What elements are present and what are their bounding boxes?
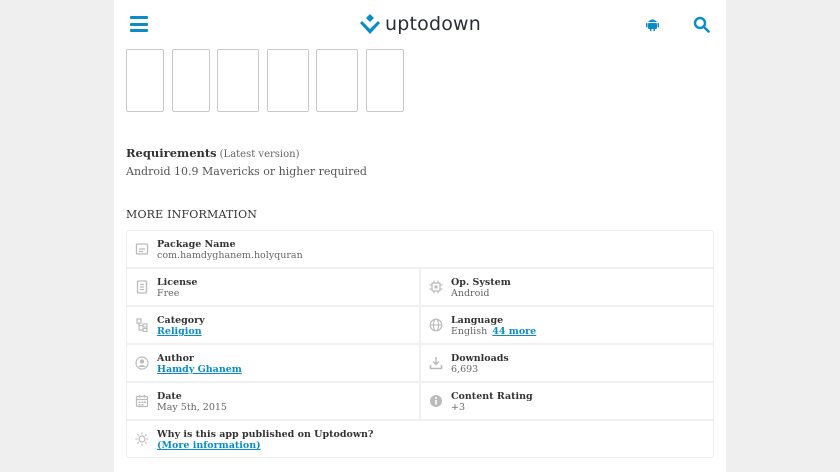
category-label: Category — [157, 315, 205, 326]
language-cell: Language English 44 more — [419, 307, 713, 343]
header: uptodown — [114, 0, 726, 48]
author-link[interactable]: Hamdy Ghanem — [157, 364, 242, 375]
screenshot-thumbnail[interactable] — [267, 49, 309, 112]
logo-text: uptodown — [385, 13, 482, 35]
os-label: Op. System — [451, 277, 511, 288]
date-value: May 5th, 2015 — [157, 402, 227, 413]
info-row: Date May 5th, 2015 Content Rating +3 — [127, 383, 713, 421]
chip-icon — [429, 280, 443, 294]
package-label: Package Name — [157, 239, 236, 250]
rating-value: +3 — [451, 402, 466, 413]
info-row: Package Name com.hamdyghanem.holyquran — [127, 231, 713, 269]
page: uptodown Requirements (Latest version) An… — [114, 0, 726, 472]
license-cell: License Free — [127, 269, 419, 305]
info-table: Package Name com.hamdyghanem.holyquran L… — [126, 230, 714, 458]
screenshot-thumbnail[interactable] — [217, 49, 259, 112]
os-value: Android — [451, 288, 490, 299]
os-cell: Op. System Android — [419, 269, 713, 305]
android-icon[interactable] — [646, 17, 659, 31]
info-row: License Free Op. System Android — [127, 269, 713, 307]
language-label: Language — [451, 315, 504, 326]
globe-icon — [429, 318, 443, 332]
why-cell: Why is this app published on Uptodown? (… — [127, 421, 713, 457]
why-link-wrap: (More information) — [157, 440, 261, 451]
package-value: com.hamdyghanem.holyquran — [157, 250, 303, 261]
author-value-wrap: Hamdy Ghanem — [157, 364, 242, 375]
language-more-link[interactable]: 44 more — [492, 326, 536, 337]
date-label: Date — [157, 391, 182, 402]
screenshot-thumbnail[interactable] — [126, 49, 164, 112]
author-cell: Author Hamdy Ghanem — [127, 345, 419, 381]
more-information-heading: MORE INFORMATION — [126, 208, 258, 221]
more-information-link[interactable]: (More information) — [157, 440, 261, 451]
date-cell: Date May 5th, 2015 — [127, 383, 419, 419]
license-value: Free — [157, 288, 180, 299]
requirements-text: Android 10.9 Mavericks or higher require… — [126, 165, 367, 178]
requirements-heading: Requirements (Latest version) — [126, 146, 299, 160]
rating-cell: Content Rating +3 — [419, 383, 713, 419]
downloads-label: Downloads — [451, 353, 509, 364]
language-value: English — [451, 326, 488, 337]
screenshot-thumbnail[interactable] — [172, 49, 210, 112]
package-icon — [135, 243, 149, 255]
info-row: Category Religion Language English 44 mo… — [127, 307, 713, 345]
license-label: License — [157, 277, 198, 288]
calendar-icon — [135, 395, 149, 408]
screenshot-thumbnail[interactable] — [316, 49, 358, 112]
logo[interactable]: uptodown — [359, 12, 481, 36]
category-link[interactable]: Religion — [157, 326, 202, 337]
search-icon[interactable] — [693, 16, 710, 33]
lightbulb-icon — [135, 432, 149, 446]
requirements-subtitle: (Latest version) — [219, 149, 300, 160]
downloads-cell: Downloads 6,693 — [419, 345, 713, 381]
menu-icon[interactable] — [130, 16, 148, 32]
category-value-wrap: Religion — [157, 326, 202, 337]
author-label: Author — [157, 353, 194, 364]
rating-label: Content Rating — [451, 391, 533, 402]
package-cell: Package Name com.hamdyghanem.holyquran — [127, 231, 713, 267]
info-row: Author Hamdy Ghanem Downloads 6,693 — [127, 345, 713, 383]
download-icon — [429, 357, 443, 370]
logo-icon — [360, 14, 380, 34]
category-cell: Category Religion — [127, 307, 419, 343]
requirements-title: Requirements — [126, 146, 217, 160]
why-label: Why is this app published on Uptodown? — [157, 429, 374, 440]
user-icon — [135, 356, 149, 370]
downloads-value: 6,693 — [451, 364, 479, 375]
screenshot-thumbnail[interactable] — [366, 49, 404, 112]
info-icon — [430, 395, 442, 407]
info-row: Why is this app published on Uptodown? (… — [127, 421, 713, 457]
category-icon — [136, 318, 148, 332]
language-value-wrap: English 44 more — [451, 326, 536, 337]
license-icon — [136, 280, 148, 294]
